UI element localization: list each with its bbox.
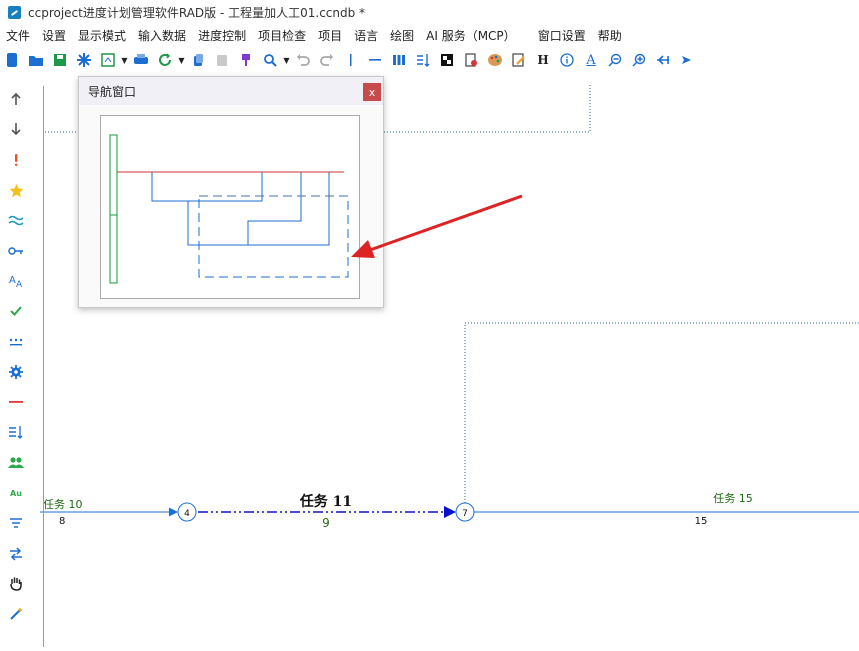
contrast-icon[interactable] <box>435 48 459 72</box>
window-title: ccproject进度计划管理软件RAD版 - 工程量加人工01.ccndb * <box>28 6 366 20</box>
canvas-border <box>43 86 44 647</box>
export-icon[interactable] <box>96 48 120 72</box>
task-15-name: 任务 15 <box>713 492 753 505</box>
app-icon <box>8 6 21 19</box>
copy-icon[interactable] <box>186 48 210 72</box>
menu-project[interactable]: 项目 <box>312 27 348 44</box>
task-10-name: 任务 10 <box>43 498 83 511</box>
refresh-icon[interactable] <box>153 48 177 72</box>
menu-language[interactable]: 语言 <box>348 27 384 44</box>
svg-text:A: A <box>16 280 23 288</box>
vertical-line-icon[interactable] <box>339 48 363 72</box>
chevron-down-icon[interactable]: ▼ <box>282 56 291 65</box>
exclamation-icon[interactable] <box>2 145 30 175</box>
minimap-viewport-box[interactable] <box>198 195 349 278</box>
arrow-expand-icon[interactable] <box>675 48 699 72</box>
zoom-icon[interactable] <box>258 48 282 72</box>
navigation-window[interactable]: 导航窗口 x <box>78 76 384 308</box>
font-size-icon[interactable]: AA <box>2 266 30 296</box>
horizontal-line-icon[interactable] <box>363 48 387 72</box>
star-burst-icon[interactable] <box>72 48 96 72</box>
menu-display-mode[interactable]: 显示模式 <box>72 27 132 44</box>
menu-progress-control[interactable]: 进度控制 <box>192 27 252 44</box>
svg-text:A: A <box>9 275 16 286</box>
open-icon[interactable] <box>24 48 48 72</box>
columns-icon[interactable] <box>387 48 411 72</box>
text-au-icon[interactable]: Au <box>2 478 30 508</box>
menu-input-data[interactable]: 输入数据 <box>132 27 192 44</box>
menu-drawing[interactable]: 绘图 <box>384 27 420 44</box>
menu-help[interactable]: 帮助 <box>592 27 628 44</box>
minimap-path-3 <box>247 172 302 245</box>
gear-icon[interactable] <box>2 357 30 387</box>
dots-icon[interactable] <box>2 326 30 356</box>
star-icon[interactable] <box>2 175 30 205</box>
swap-icon[interactable] <box>2 538 30 568</box>
node-7-label: 7 <box>462 509 468 519</box>
arrow-down-icon[interactable] <box>2 114 30 144</box>
sort-icon[interactable] <box>411 48 435 72</box>
left-toolbar: AA Au <box>0 84 32 647</box>
menu-window-settings[interactable]: 窗口设置 <box>532 27 592 44</box>
info-icon[interactable] <box>555 48 579 72</box>
chevron-down-icon[interactable]: ▼ <box>177 56 186 65</box>
navigation-window-header[interactable]: 导航窗口 x <box>79 77 383 105</box>
minimap-path-2 <box>187 172 330 246</box>
undo-icon[interactable] <box>291 48 315 72</box>
arrow-up-icon[interactable] <box>2 84 30 114</box>
new-icon[interactable] <box>0 48 24 72</box>
users-icon[interactable] <box>2 448 30 478</box>
magic-wand-icon[interactable] <box>2 599 30 629</box>
brush-icon[interactable] <box>234 48 258 72</box>
task-11-arrowhead <box>444 506 456 518</box>
node-4-label: 4 <box>184 509 190 519</box>
menu-settings[interactable]: 设置 <box>36 27 72 44</box>
check-icon[interactable] <box>2 296 30 326</box>
redo-icon[interactable] <box>315 48 339 72</box>
toolbar: ▼ ▼ ▼ H A <box>0 46 859 74</box>
save-icon[interactable] <box>48 48 72 72</box>
minus-red-icon[interactable] <box>2 387 30 417</box>
task-10-duration: 8 <box>59 516 65 527</box>
font-icon[interactable]: A <box>579 48 603 72</box>
paste-icon[interactable] <box>210 48 234 72</box>
delete-doc-icon[interactable] <box>459 48 483 72</box>
minimap-path-1 <box>151 172 263 202</box>
heading-icon[interactable]: H <box>531 48 555 72</box>
filter-lines-icon[interactable] <box>2 508 30 538</box>
edit-icon[interactable] <box>507 48 531 72</box>
menu-file[interactable]: 文件 <box>0 27 36 44</box>
key-icon[interactable] <box>2 235 30 265</box>
sort-lines-icon[interactable] <box>2 417 30 447</box>
chevron-down-icon[interactable]: ▼ <box>120 56 129 65</box>
task-10-arrowhead <box>169 507 178 517</box>
menu-bar: 文件 设置 显示模式 输入数据 进度控制 项目检查 项目 语言 绘图 AI 服务… <box>0 25 859 45</box>
task-11-duration: 9 <box>322 516 330 530</box>
arrow-collapse-icon[interactable] <box>651 48 675 72</box>
menu-ai-service[interactable]: AI 服务（MCP） <box>420 27 522 44</box>
minimap-green-bar <box>109 134 118 284</box>
task-11-name: 任务 11 <box>299 493 352 510</box>
palette-icon[interactable] <box>483 48 507 72</box>
menu-project-check[interactable]: 项目检查 <box>252 27 312 44</box>
hand-icon[interactable] <box>2 569 30 599</box>
zoom-in-icon[interactable] <box>627 48 651 72</box>
navigation-window-title: 导航窗口 <box>88 85 137 99</box>
print-icon[interactable] <box>129 48 153 72</box>
title-bar: ccproject进度计划管理软件RAD版 - 工程量加人工01.ccndb * <box>0 0 859 25</box>
close-icon[interactable]: x <box>363 83 381 101</box>
wave-icon[interactable] <box>2 205 30 235</box>
dotted-boundary-right <box>464 322 859 512</box>
zoom-out-icon[interactable] <box>603 48 627 72</box>
task-15-duration: 15 <box>695 516 708 527</box>
navigation-minimap[interactable] <box>100 115 360 299</box>
